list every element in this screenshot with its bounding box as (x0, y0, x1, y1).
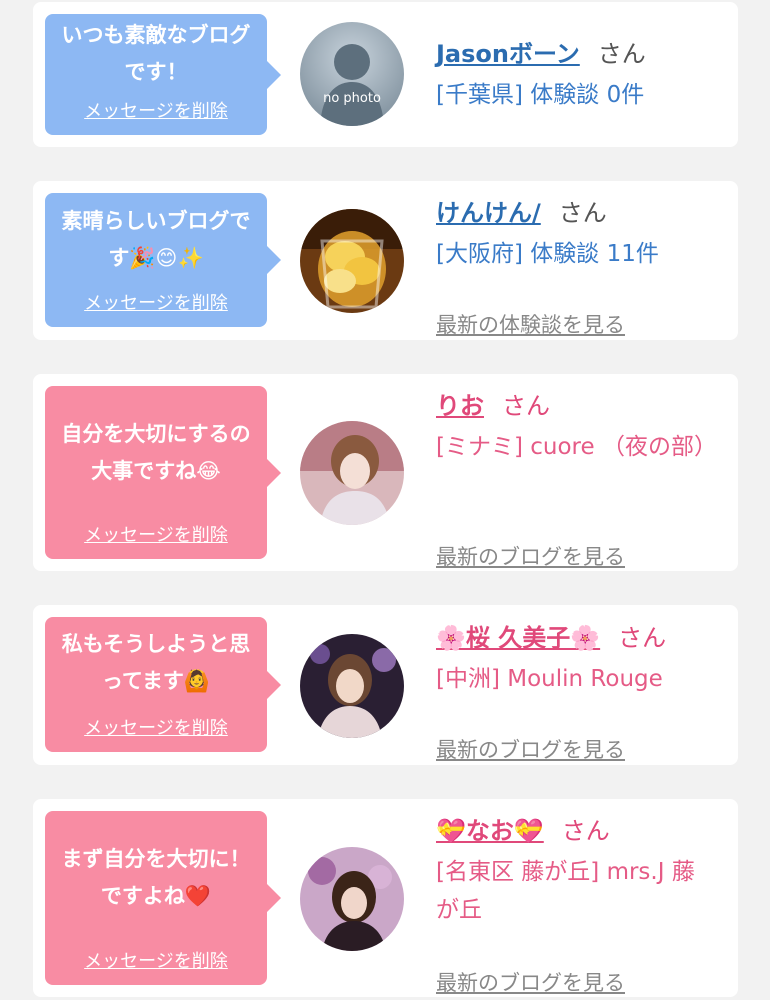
latest-posts-link[interactable]: 最新の体験談を見る (436, 309, 625, 339)
bubble-arrow (267, 246, 281, 274)
latest-blog-link[interactable]: 最新のブログを見る (436, 734, 625, 764)
avatar[interactable]: no photo (300, 22, 404, 126)
follower-card: 私もそうしようと思ってます🙆 メッセージを削除 🌸桜 久美子🌸 さん [中洲] M… (33, 605, 738, 765)
lemon-drink-photo (300, 209, 404, 313)
message-bubble: いつも素敵なブログです！ メッセージを削除 (45, 14, 281, 135)
follower-card: 素晴らしいブログです🎉😊✨ メッセージを削除 けんけん/さん [大阪府] 体験談… (33, 181, 738, 340)
no-photo-label: no photo (323, 91, 381, 106)
message-text: まず自分を大切に！ですよね❤️ (61, 847, 251, 908)
user-info: Jasonボーン さん [千葉県] 体験談 0件 (436, 38, 722, 114)
user-info: 💝なお💝 さん [名東区 藤が丘] mrs.J 藤が丘 最新のブログを見る (436, 815, 722, 995)
latest-blog-link[interactable]: 最新のブログを見る (436, 541, 625, 571)
follower-card: まず自分を大切に！ですよね❤️ メッセージを削除 💝なお💝 さん [名東区 藤が丘… (33, 799, 738, 997)
honorific: さん (597, 40, 646, 68)
bubble-arrow (267, 670, 281, 699)
bubble-arrow (267, 884, 281, 912)
message-bubble: 自分を大切にするの大事ですね😂 メッセージを削除 (45, 386, 281, 559)
honorific: さん (558, 199, 607, 227)
message-text: 私もそうしようと思ってます🙆 (61, 632, 251, 693)
honorific: さん (561, 817, 610, 845)
delete-message-link[interactable]: メッセージを削除 (45, 289, 267, 315)
user-name-link[interactable]: りお (436, 392, 484, 420)
user-location: [名東区 藤が丘] mrs.J 藤が丘 (436, 859, 695, 923)
message-bubble: まず自分を大切に！ですよね❤️ メッセージを削除 (45, 811, 281, 985)
user-location: [千葉県] 体験談 0件 (436, 82, 645, 108)
delete-message-link[interactable]: メッセージを削除 (45, 521, 267, 547)
user-info: けんけん/さん [大阪府] 体験談 11件 最新の体験談を見る (436, 197, 722, 337)
user-name-link[interactable]: 🌸桜 久美子🌸 (436, 624, 600, 652)
message-text: 自分を大切にするの大事ですね😂 (61, 422, 251, 483)
woman-photo (300, 847, 404, 951)
message-text: 素晴らしいブログです🎉😊✨ (61, 209, 251, 270)
user-info: 🌸桜 久美子🌸 さん [中洲] Moulin Rouge 最新のブログを見る (436, 622, 722, 762)
user-name-link[interactable]: けんけん/ (436, 199, 541, 227)
avatar[interactable] (300, 634, 404, 738)
honorific: さん (502, 392, 550, 420)
delete-message-link[interactable]: メッセージを削除 (45, 714, 267, 740)
message-bubble: 素晴らしいブログです🎉😊✨ メッセージを削除 (45, 193, 281, 327)
avatar[interactable] (300, 209, 404, 313)
user-location: [中洲] Moulin Rouge (436, 666, 663, 692)
no-photo-avatar-icon: no photo (300, 22, 404, 126)
bubble-arrow (267, 458, 281, 487)
latest-blog-link[interactable]: 最新のブログを見る (436, 967, 625, 997)
delete-message-link[interactable]: メッセージを削除 (45, 947, 267, 973)
follower-card: いつも素敵なブログです！ メッセージを削除 no photo Jasonボーンさ… (33, 2, 738, 147)
follower-card: 自分を大切にするの大事ですね😂 メッセージを削除 りお さん [ミナミ] cuor… (33, 374, 738, 571)
woman-photo (300, 634, 404, 738)
user-location: [ミナミ] cuore （夜の部） (436, 434, 717, 460)
honorific: さん (618, 624, 667, 652)
message-text: いつも素敵なブログです！ (61, 23, 251, 84)
message-bubble: 私もそうしようと思ってます🙆 メッセージを削除 (45, 617, 281, 752)
bubble-arrow (267, 60, 281, 89)
avatar[interactable] (300, 421, 404, 525)
user-name-link[interactable]: Jasonボーン (436, 40, 580, 68)
woman-photo (300, 421, 404, 525)
user-name-link[interactable]: 💝なお💝 (436, 817, 544, 845)
user-info: りお さん [ミナミ] cuore （夜の部） 最新のブログを見る (436, 390, 722, 569)
avatar[interactable] (300, 847, 404, 951)
delete-message-link[interactable]: メッセージを削除 (45, 97, 267, 123)
user-location: [大阪府] 体験談 11件 (436, 241, 659, 267)
